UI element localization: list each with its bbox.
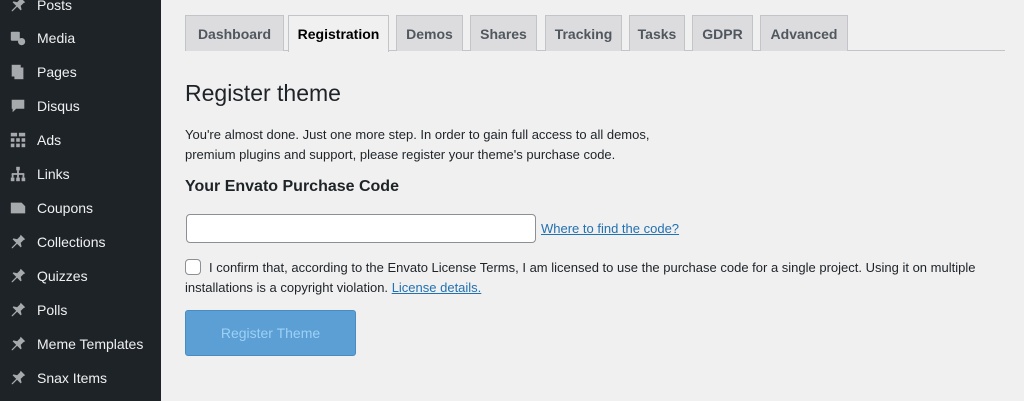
sidebar-item-label: Pages bbox=[37, 64, 77, 80]
sidebar-item-coupons[interactable]: Coupons bbox=[0, 191, 161, 225]
pin-icon bbox=[8, 266, 28, 286]
license-confirmation: I confirm that, according to the Envato … bbox=[185, 258, 985, 298]
tab-gdpr[interactable]: GDPR bbox=[692, 15, 753, 51]
purchase-code-input[interactable] bbox=[186, 214, 536, 243]
pin-icon bbox=[8, 300, 28, 320]
tab-advanced[interactable]: Advanced bbox=[760, 15, 848, 51]
sidebar-item-polls[interactable]: Polls bbox=[0, 293, 161, 327]
sidebar-item-pages[interactable]: Pages bbox=[0, 55, 161, 89]
sidebar-item-label: Ads bbox=[37, 132, 62, 148]
pin-icon bbox=[8, 0, 28, 15]
comment-icon bbox=[8, 96, 28, 116]
sidebar-item-label: Quizzes bbox=[37, 268, 88, 284]
sidebar-item-label: Meme Templates bbox=[37, 336, 144, 352]
tab-shares[interactable]: Shares bbox=[470, 15, 537, 51]
pin-icon bbox=[8, 368, 28, 388]
sidebar-item-collections[interactable]: Collections bbox=[0, 225, 161, 259]
sidebar-item-ads[interactable]: Ads bbox=[0, 123, 161, 157]
pages-icon bbox=[8, 62, 28, 82]
sidebar-item-posts[interactable]: Posts bbox=[0, 0, 161, 22]
confirm-label: I confirm that, according to the Envato … bbox=[185, 260, 976, 295]
tab-registration[interactable]: Registration bbox=[288, 15, 389, 52]
settings-tabs: Dashboard Registration Demos Shares Trac… bbox=[185, 15, 1005, 52]
register-theme-button[interactable]: Register Theme bbox=[185, 310, 356, 356]
sidebar-item-label: Polls bbox=[37, 302, 68, 318]
sidebar-item-label: Posts bbox=[37, 0, 73, 13]
sidebar-item-label: Links bbox=[37, 166, 70, 182]
sidebar-item-disqus[interactable]: Disqus bbox=[0, 89, 161, 123]
tab-dashboard[interactable]: Dashboard bbox=[185, 15, 284, 51]
sidebar-item-quizzes[interactable]: Quizzes bbox=[0, 259, 161, 293]
admin-sidebar: Posts Media Pages Disqus Ads Links Coupo… bbox=[0, 0, 161, 401]
tab-tracking[interactable]: Tracking bbox=[545, 15, 622, 51]
license-confirm-checkbox[interactable] bbox=[185, 259, 201, 275]
page-title: Register theme bbox=[185, 80, 341, 106]
purchase-code-heading: Your Envato Purchase Code bbox=[185, 178, 399, 195]
sidebar-item-label: Collections bbox=[37, 234, 106, 250]
pin-icon bbox=[8, 232, 28, 252]
sidebar-item-label: Disqus bbox=[37, 98, 80, 114]
sidebar-item-links[interactable]: Links bbox=[0, 157, 161, 191]
tab-tasks[interactable]: Tasks bbox=[629, 15, 685, 51]
license-details-link[interactable]: License details. bbox=[392, 280, 482, 295]
tab-demos[interactable]: Demos bbox=[396, 15, 463, 51]
media-icon bbox=[8, 28, 28, 48]
links-icon bbox=[8, 164, 28, 184]
sidebar-item-label: Coupons bbox=[37, 200, 94, 216]
pin-icon bbox=[8, 334, 28, 354]
sidebar-item-label: Snax Items bbox=[37, 370, 108, 386]
find-code-link[interactable]: Where to find the code? bbox=[541, 221, 679, 236]
ads-icon bbox=[8, 130, 28, 150]
sidebar-item-media[interactable]: Media bbox=[0, 21, 161, 55]
sidebar-item-snax-items[interactable]: Snax Items bbox=[0, 361, 161, 395]
coupons-icon bbox=[8, 198, 28, 218]
sidebar-item-meme-templates[interactable]: Meme Templates bbox=[0, 327, 161, 361]
sidebar-item-label: Media bbox=[37, 30, 76, 46]
intro-text: You're almost done. Just one more step. … bbox=[185, 127, 650, 162]
main-content: Dashboard Registration Demos Shares Trac… bbox=[161, 0, 1024, 401]
